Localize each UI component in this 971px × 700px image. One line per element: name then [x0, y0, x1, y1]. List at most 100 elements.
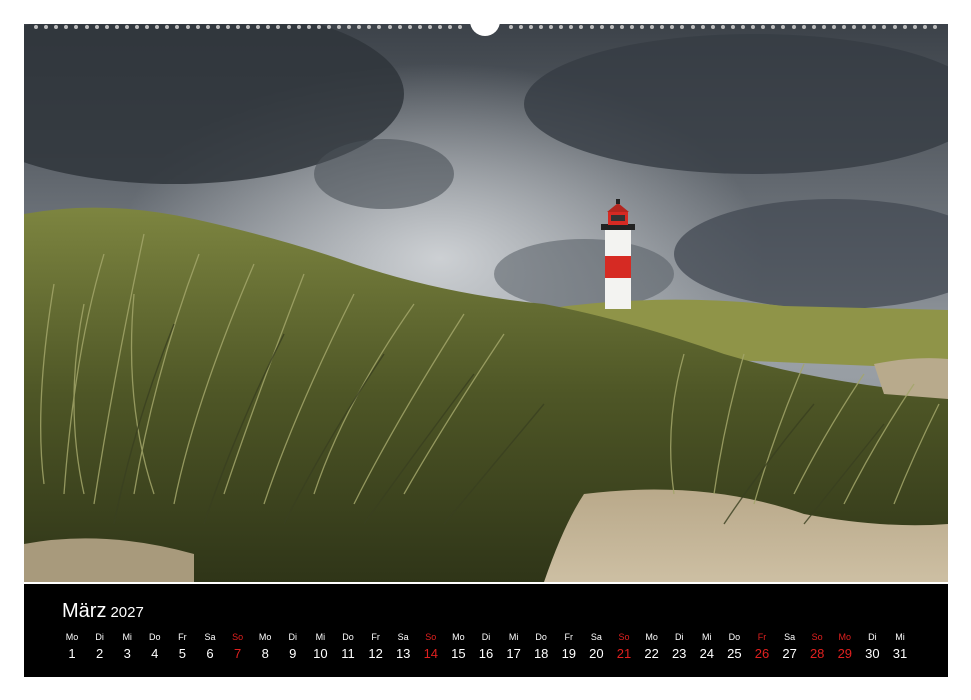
day-number: 10	[313, 646, 328, 661]
binding-dot	[680, 25, 685, 29]
calendar-day: Di 16	[472, 584, 500, 662]
binding-dot	[205, 25, 210, 29]
weekday-label: Sa	[590, 632, 602, 642]
binding-dot	[932, 25, 937, 29]
binding-dot	[589, 25, 594, 29]
weekday-label: So	[232, 632, 244, 642]
binding-dot	[175, 25, 180, 29]
day-number: 9	[289, 646, 297, 661]
binding-dot	[690, 25, 695, 29]
binding-dot	[458, 25, 463, 29]
day-number: 17	[506, 646, 521, 661]
binding-dot	[579, 25, 584, 29]
weekday-label: Mo	[838, 632, 852, 642]
day-number: 26	[754, 646, 770, 661]
day-number: 15	[451, 646, 466, 661]
calendar-day: Mo 15	[444, 584, 472, 662]
day-number: 22	[644, 646, 659, 661]
binding-dot	[508, 25, 513, 29]
weekday-label: Di	[288, 632, 298, 642]
binding-dot	[225, 25, 230, 29]
weekday-label: Di	[95, 632, 104, 642]
binding-dot	[215, 25, 220, 29]
binding-dot	[741, 25, 745, 29]
binding-dot	[640, 25, 644, 29]
day-number: 21	[616, 646, 632, 661]
weekday-label: Mo	[452, 632, 465, 642]
weekday-label: Sa	[397, 632, 409, 642]
lighthouse-photo	[24, 24, 948, 582]
binding-dot	[892, 25, 897, 29]
calendar-day: So 7	[224, 584, 252, 662]
weekday-label: Di	[674, 632, 684, 642]
binding-dot	[831, 25, 836, 29]
weekday-label: So	[811, 632, 823, 642]
calendar-day: Sa 6	[196, 584, 224, 662]
binding-dot	[326, 25, 331, 29]
weekday-label: Fr	[757, 632, 767, 642]
calendar-day: Mo 8	[251, 584, 279, 662]
day-number: 2	[95, 646, 104, 661]
binding-dot	[771, 25, 776, 29]
day-number: 7	[233, 646, 242, 661]
binding-dot	[842, 25, 846, 29]
binding-dot	[700, 25, 705, 29]
weekday-label: Do	[728, 632, 741, 642]
day-number: 28	[809, 646, 825, 661]
calendar-day: Fr 12	[362, 584, 390, 662]
day-number: 29	[837, 646, 853, 661]
day-number: 31	[892, 646, 908, 661]
binding-dot	[862, 25, 867, 29]
calendar-day: Sa 13	[389, 584, 417, 662]
calendar-day: Mo 22	[638, 584, 666, 662]
binding-dot	[539, 25, 543, 29]
weekday-label: Mi	[895, 632, 905, 642]
binding-dot	[549, 25, 554, 29]
binding-dot	[821, 25, 826, 29]
binding-dot	[145, 25, 150, 29]
binding-dot	[811, 25, 816, 29]
binding-dot	[619, 25, 624, 29]
binding-dot	[104, 25, 109, 29]
binding-dot	[367, 25, 372, 29]
binding-dot	[246, 25, 251, 29]
weekday-label: Mi	[508, 632, 519, 642]
day-number: 24	[699, 646, 715, 661]
binding-dot	[185, 25, 190, 29]
binding-dot	[761, 25, 766, 29]
day-number: 23	[671, 646, 687, 661]
day-number: 16	[478, 646, 494, 661]
binding-dot	[781, 25, 786, 29]
weekday-label: Sa	[204, 632, 216, 642]
calendar-day: Di 9	[279, 584, 307, 662]
binding-dot	[448, 25, 453, 29]
binding-dot	[357, 25, 362, 29]
calendar-day: Sa 27	[776, 584, 804, 662]
weekday-label: Di	[868, 632, 877, 642]
binding-dot	[650, 25, 655, 29]
binding-dot	[94, 25, 99, 29]
binding-dot	[629, 25, 634, 29]
day-number: 5	[178, 646, 186, 661]
binding-dot	[84, 25, 89, 29]
day-number: 6	[206, 646, 214, 661]
binding-dot	[751, 25, 756, 29]
binding-dot	[791, 25, 796, 29]
calendar-day: Mi 3	[113, 584, 141, 662]
binding-dot	[852, 25, 857, 29]
day-number: 30	[865, 646, 880, 661]
binding-dot	[165, 25, 170, 29]
binding-dot	[912, 25, 917, 29]
binding-dot	[347, 25, 352, 29]
weekday-label: Sa	[784, 632, 796, 642]
day-number: 27	[782, 646, 797, 661]
day-number: 13	[395, 646, 411, 661]
binding-dot	[710, 25, 715, 29]
weekday-label: Do	[149, 632, 161, 642]
calendar-day: So 14	[417, 584, 445, 662]
binding-dot	[407, 25, 412, 29]
calendar-day: Fr 19	[555, 584, 583, 662]
weekday-label: Mo	[258, 632, 272, 642]
binding-dot	[902, 25, 907, 29]
weekday-label: Mi	[315, 632, 326, 642]
